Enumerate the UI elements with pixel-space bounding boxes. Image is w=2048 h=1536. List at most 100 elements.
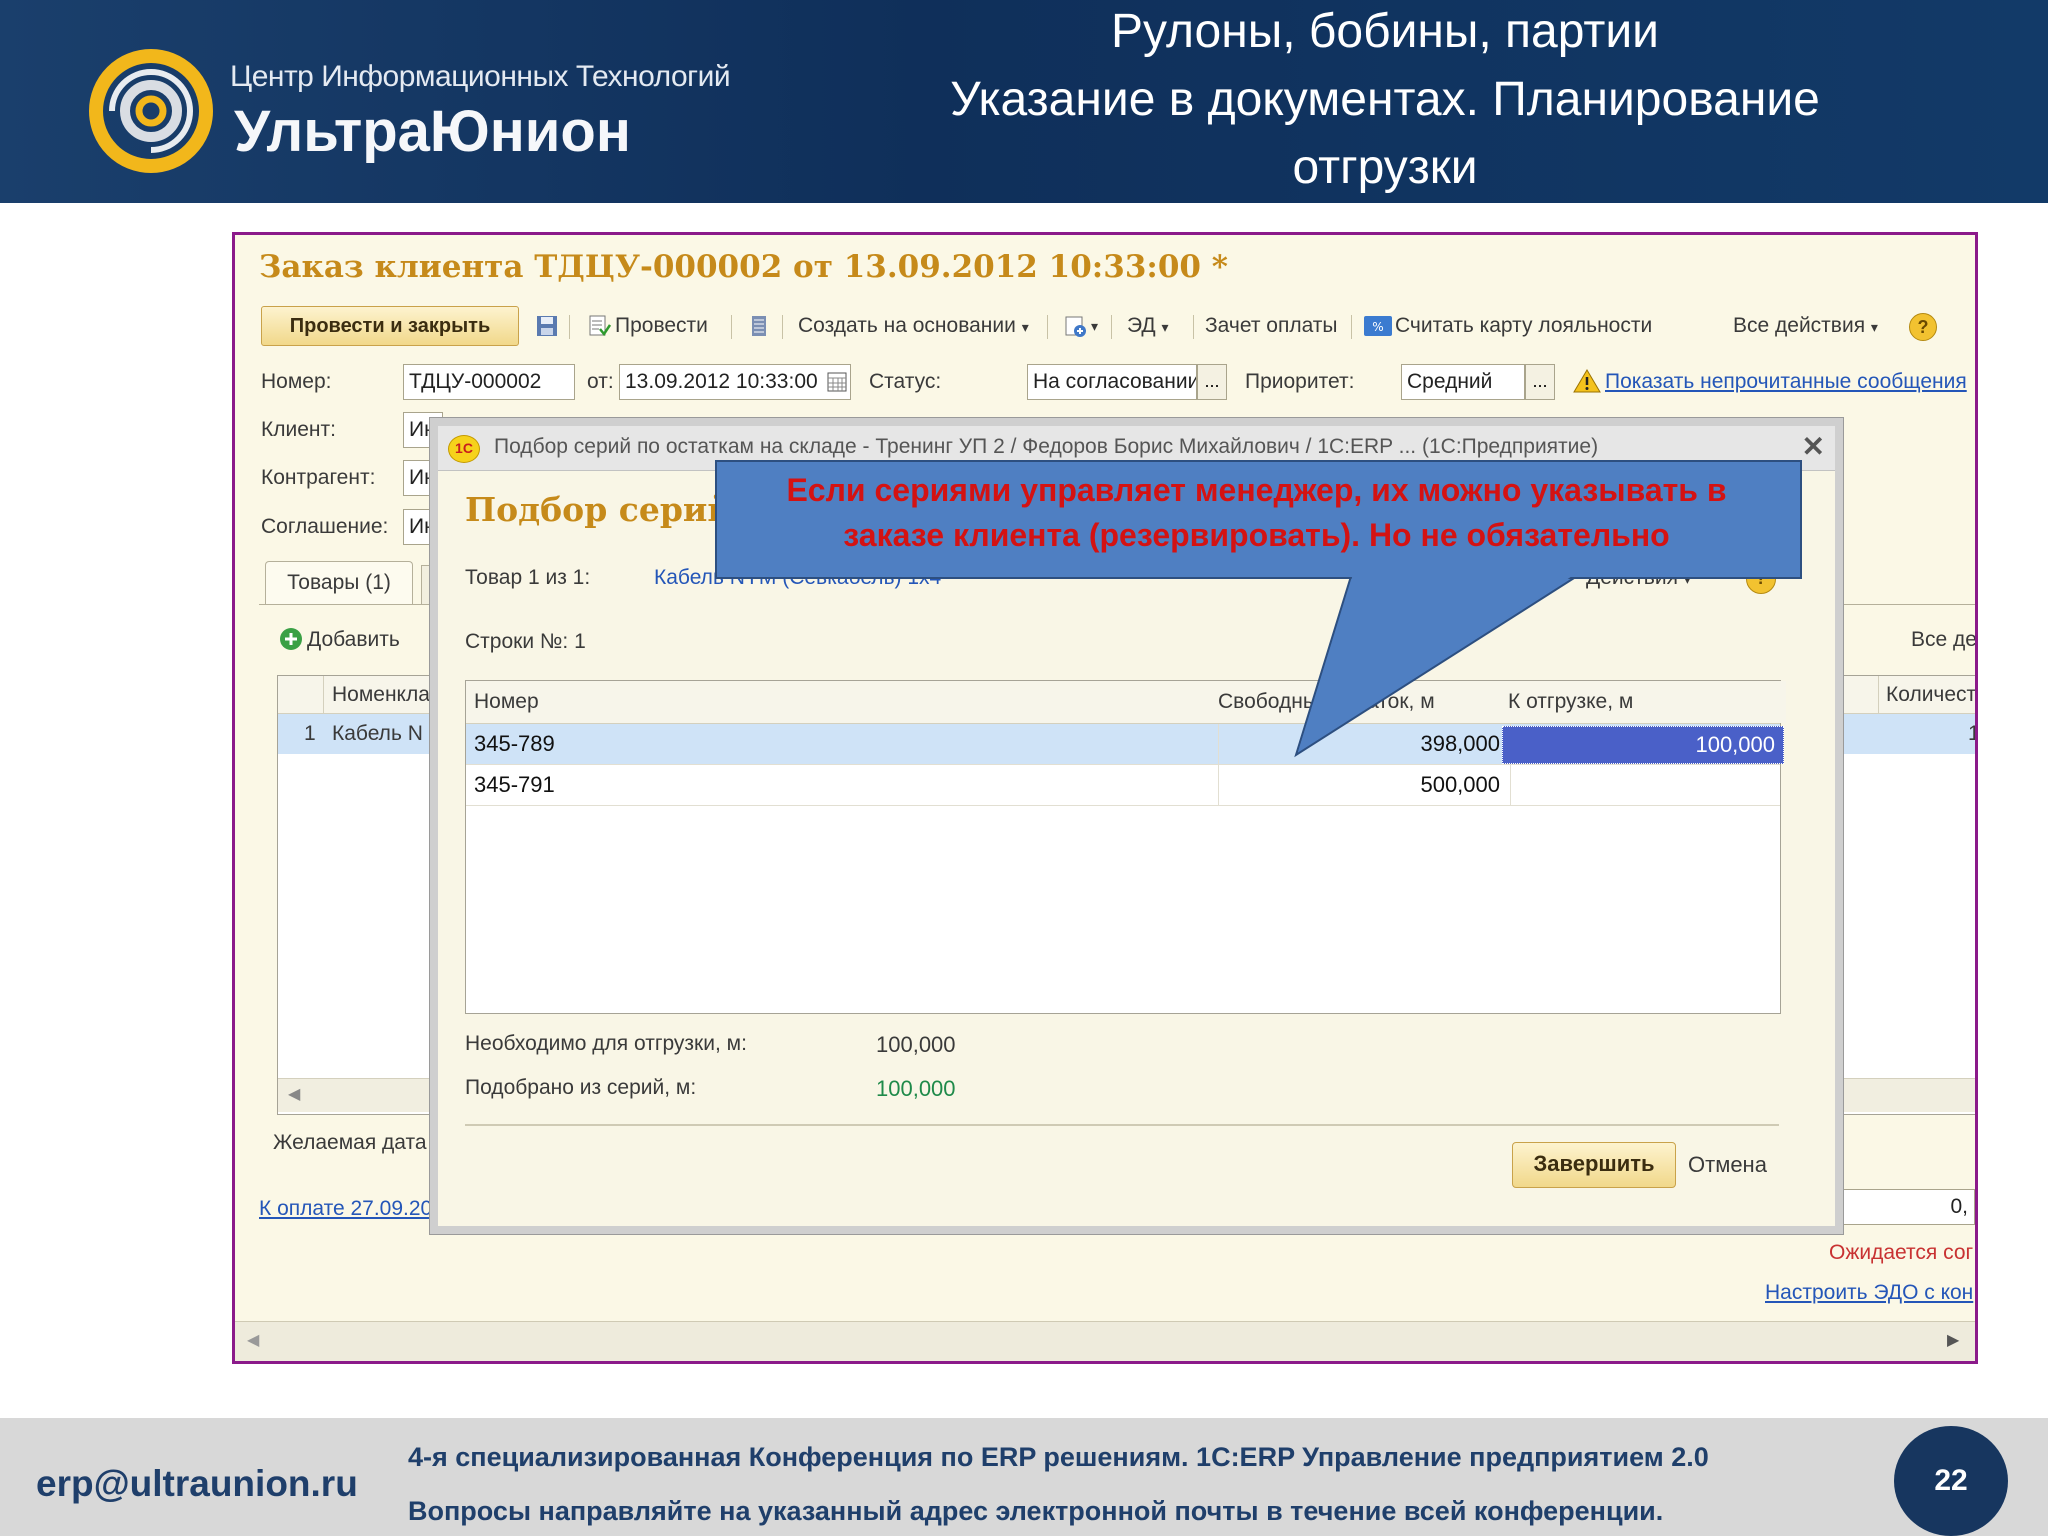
all-actions-menu[interactable]: Все действия ▾ — [1733, 306, 1878, 346]
to-ship-cell-selected[interactable]: 100,000 — [1502, 726, 1784, 764]
logo-brand: УльтраЮнион — [234, 99, 631, 164]
free-balance-cell: 398,000 — [1210, 724, 1511, 764]
cancel-button[interactable]: Отмена — [1688, 1152, 1767, 1178]
create-based-on-button[interactable]: Создать на основании ▾ — [798, 306, 1029, 346]
row-number: 1 — [304, 722, 316, 745]
add-icon — [280, 628, 302, 650]
client-label: Клиент: — [261, 418, 336, 441]
finish-button[interactable]: Завершить — [1512, 1142, 1676, 1188]
payment-due-link[interactable]: К оплате 27.09.20 — [259, 1197, 432, 1221]
slide-title: Рулоны, бобины, партии Указание в докуме… — [880, 0, 1890, 202]
tab-goods[interactable]: Товары (1) — [265, 561, 413, 605]
ed-label: ЭД — [1127, 314, 1156, 337]
picked-label: Подобрано из серий, м: — [465, 1076, 697, 1099]
table-row[interactable]: 345-791 500,000 — [466, 765, 1780, 805]
contractor-label: Контрагент: — [261, 466, 376, 489]
setup-edo-link[interactable]: Настроить ЭДО с кон — [1765, 1281, 1973, 1305]
number-field[interactable]: ТДЦУ-000002 — [403, 364, 575, 400]
table-row[interactable]: 345-789 398,000 100,000 — [466, 724, 1784, 764]
column-to-ship: К отгрузке, м — [1500, 681, 1786, 723]
slide-title-line-2: Указание в документах. Планирование — [950, 73, 1820, 126]
need-to-ship-label: Необходимо для отгрузки, м: — [465, 1032, 747, 1055]
rows-counter-label: Строки №: 1 — [465, 630, 586, 653]
toolbar-separator — [731, 315, 732, 339]
chevron-down-icon[interactable]: ▾ — [1091, 306, 1098, 346]
need-to-ship-value: 100,000 — [876, 1032, 956, 1057]
status-select-button[interactable]: ... — [1197, 364, 1227, 400]
page-number: 22 — [1894, 1426, 2008, 1536]
save-icon[interactable] — [535, 314, 559, 338]
status-label: Статус: — [869, 370, 942, 393]
form-scrollbar[interactable]: ◀ ▶ — [235, 1321, 1975, 1361]
toolbar-separator — [1351, 315, 1352, 339]
add-row-button[interactable]: Добавить — [307, 628, 400, 652]
scroll-left-icon[interactable]: ◀ — [288, 1084, 300, 1104]
column-quantity: Количест — [1886, 683, 1977, 706]
goods-table-num-header — [278, 676, 324, 714]
warning-icon — [1573, 369, 1601, 393]
dialog-divider — [465, 1124, 1779, 1126]
payment-offset-button[interactable]: Зачет оплаты — [1205, 306, 1338, 346]
date-field[interactable]: 13.09.2012 10:33:00 — [619, 364, 851, 400]
column-series-number: Номер — [466, 681, 1219, 723]
chevron-down-icon: ▾ — [1021, 319, 1029, 335]
ed-menu-button[interactable]: ЭД ▾ — [1127, 306, 1169, 346]
picked-value: 100,000 — [876, 1076, 956, 1101]
column-free-balance: Свободный остаток, м — [1210, 681, 1509, 723]
slide-header: Центр Информационных Технологий УльтраЮн… — [0, 0, 2048, 203]
desired-date-label: Желаемая дата — [273, 1131, 427, 1154]
series-number-cell: 345-791 — [466, 765, 1219, 805]
create-based-on-label: Создать на основании — [798, 314, 1016, 337]
post-and-close-button[interactable]: Провести и закрыть — [261, 306, 519, 346]
show-unread-messages-link[interactable]: Показать непрочитанные сообщения — [1605, 370, 1967, 394]
document-title: Заказ клиента ТДЦУ-000002 от 13.09.2012 … — [259, 249, 1228, 285]
logo-caption: Центр Информационных Технологий — [230, 60, 731, 93]
agreement-label: Соглашение: — [261, 515, 389, 538]
ultraunion-logo-icon — [89, 49, 213, 173]
print-icon[interactable] — [1063, 314, 1087, 338]
scroll-right-icon[interactable]: ▶ — [1947, 1330, 1959, 1350]
chevron-down-icon: ▾ — [1161, 319, 1169, 335]
close-icon[interactable]: ✕ — [1802, 430, 1825, 463]
read-loyalty-card-button[interactable]: Считать карту лояльности — [1395, 306, 1652, 346]
post-icon — [589, 315, 611, 337]
footer-email: erp@ultraunion.ru — [36, 1463, 358, 1504]
slide-title-line-3: отгрузки — [1292, 141, 1478, 194]
row-quantity: 1( — [1968, 722, 1975, 746]
priority-select-button[interactable]: ... — [1525, 364, 1555, 400]
series-number-cell: 345-789 — [466, 724, 1219, 764]
row-nomenclature: Кабель N — [332, 722, 423, 745]
help-icon[interactable]: ? — [1909, 313, 1937, 341]
date-from-label: от: — [587, 370, 614, 393]
goods-counter-label: Товар 1 из 1: — [465, 566, 591, 589]
toolbar-separator — [1111, 315, 1112, 339]
loyalty-card-icon: % — [1364, 316, 1392, 336]
series-table: Номер Свободный остаток, м К отгрузке, м… — [465, 680, 1786, 1014]
footer-line-2: Вопросы направляйте на указанный адрес э… — [408, 1496, 1664, 1526]
chevron-down-icon: ▾ — [1870, 319, 1878, 335]
all-actions-right-menu[interactable]: Все де — [1911, 628, 1975, 652]
number-label: Номер: — [261, 370, 332, 393]
callout-text: Если сериями управляет менеджер, их можн… — [715, 468, 1798, 558]
free-balance-cell: 500,000 — [1210, 765, 1511, 805]
row-divider — [466, 805, 1780, 806]
toolbar-separator — [782, 315, 783, 339]
svg-text:%: % — [1372, 320, 1383, 334]
priority-field[interactable]: Средний — [1401, 364, 1525, 400]
calendar-icon[interactable] — [827, 370, 847, 392]
scroll-left-icon[interactable]: ◀ — [247, 1330, 259, 1350]
callout-line-1: Если сериями управляет менеджер, их можн… — [786, 472, 1727, 508]
callout-line-2: заказе клиента (резервировать). Но не об… — [843, 517, 1670, 553]
status-field[interactable]: На согласовании — [1027, 364, 1197, 400]
list-icon[interactable] — [747, 314, 771, 338]
all-actions-label: Все действия — [1733, 314, 1866, 337]
post-button[interactable]: Провести — [615, 306, 708, 346]
toolbar-separator — [1193, 315, 1194, 339]
slide-title-line-1: Рулоны, бобины, партии — [1111, 5, 1659, 58]
to-ship-cell[interactable] — [1500, 765, 1778, 805]
footer-line-1: 4-я специализированная Конференция по ER… — [408, 1442, 1709, 1472]
dialog-window-title: Подбор серий по остаткам на складе - Тре… — [494, 435, 1599, 458]
priority-label: Приоритет: — [1245, 370, 1355, 393]
column-nomenclature: Номенкла — [332, 683, 430, 706]
awaiting-status-text: Ожидается сог — [1829, 1241, 1974, 1264]
